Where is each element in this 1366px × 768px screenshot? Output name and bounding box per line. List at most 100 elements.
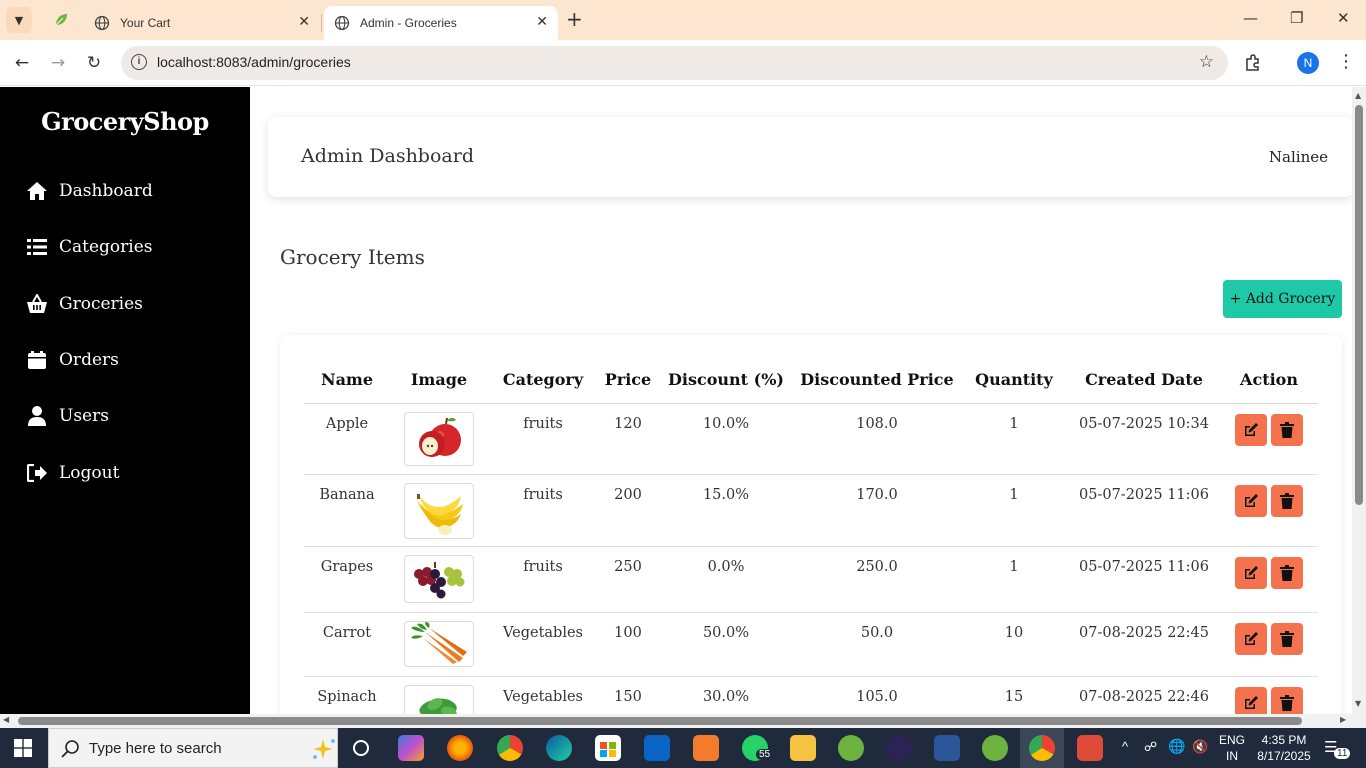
eclipse-icon[interactable] [886,735,912,761]
cell-category: fruits [488,403,598,475]
delete-button[interactable] [1271,686,1303,714]
scroll-left-arrow-icon[interactable]: ◀ [3,715,9,724]
git-icon[interactable] [1077,735,1103,761]
cell-price: 250 [598,546,658,613]
sidebar-item-categories[interactable]: Categories [26,232,153,262]
delete-button[interactable] [1271,556,1303,589]
xampp-icon[interactable] [693,735,719,761]
window-close-icon[interactable]: ✕ [1337,9,1350,27]
cell-action [1220,474,1318,547]
url-bar[interactable]: i localhost:8083/admin/groceries ☆ [121,46,1228,80]
trash-icon [1280,564,1294,581]
main-content: Admin Dashboard Nalinee Grocery Items + … [250,87,1354,714]
cell-image [390,676,488,714]
close-icon[interactable]: ✕ [298,14,310,30]
pinned-tab[interactable] [48,8,74,32]
cell-name: Grapes [304,546,390,613]
column-header: Category [488,357,598,404]
copilot-icon[interactable] [398,735,424,761]
bookmark-star-icon[interactable]: ☆ [1199,52,1214,72]
close-icon[interactable]: ✕ [536,14,548,30]
spring-tool-icon[interactable] [838,735,864,761]
task-view-icon[interactable] [348,735,374,761]
edit-icon [1245,565,1258,579]
chrome-icon[interactable] [497,735,523,761]
edit-button[interactable] [1235,556,1267,589]
tab-admin-groceries[interactable]: Admin - Groceries ✕ [324,6,558,40]
store-icon[interactable] [595,735,621,761]
table-row: Apple fruits 120 10.0% 108.0 1 05-07-202… [304,403,1318,475]
cell-discounted-price: 108.0 [794,403,960,475]
word-icon[interactable] [934,735,960,761]
sidebar-item-dashboard[interactable]: Dashboard [26,176,153,206]
scrollbar-thumb[interactable] [18,717,1302,725]
tab-your-cart[interactable]: Your Cart ✕ [84,6,320,40]
reload-icon[interactable]: ↻ [82,51,106,75]
sidebar-item-orders[interactable]: Orders [26,345,119,375]
cell-name: Banana [304,474,390,547]
back-arrow-icon[interactable]: ← [10,51,34,75]
delete-button[interactable] [1271,484,1303,517]
firefox-icon[interactable] [447,735,473,761]
scroll-up-arrow-icon[interactable]: ▲ [1355,91,1361,100]
site-info-icon[interactable]: i [131,54,147,70]
cell-category: fruits [488,546,598,613]
scroll-right-arrow-icon[interactable]: ▶ [1340,715,1346,724]
edit-button[interactable] [1235,413,1267,446]
edge-icon[interactable] [546,735,572,761]
top-header-card: Admin Dashboard Nalinee [268,117,1354,197]
delete-button[interactable] [1271,413,1303,446]
clock[interactable]: 4:35 PM 8/17/2025 [1256,732,1312,768]
add-grocery-button[interactable]: + Add Grocery [1223,280,1342,318]
language-indicator[interactable]: ENG IN [1219,732,1245,768]
new-tab-plus-icon[interactable]: + [566,7,583,31]
sidebar-item-label: Logout [59,463,120,483]
tab-title: Admin - Groceries [360,16,457,30]
chrome-icon [1029,735,1055,761]
volume-muted-icon[interactable]: 🔇 [1192,739,1208,768]
whatsapp-badge: 55 [756,749,774,760]
vertical-scrollbar[interactable]: ▲ ▼ [1352,87,1366,714]
extensions-puzzle-icon[interactable] [1243,53,1263,73]
home-icon [26,180,48,202]
table-row: Carrot Vegetables 100 50.0% 50.0 10 07-0… [304,612,1318,677]
network-icon[interactable]: ☍ [1144,739,1157,768]
tab-search-button[interactable]: ▼ [6,7,32,33]
edit-button[interactable] [1235,622,1267,655]
user-name[interactable]: Nalinee [1269,148,1328,166]
cell-price: 100 [598,612,658,677]
cell-created-date: 05-07-2025 11:06 [1068,546,1220,613]
edit-button[interactable] [1235,686,1267,714]
url-text[interactable]: localhost:8083/admin/groceries [157,54,351,70]
scroll-down-arrow-icon[interactable]: ▼ [1355,699,1361,708]
cell-discounted-price: 105.0 [794,676,960,714]
windows-start-icon[interactable] [14,739,32,757]
outlook-icon[interactable] [644,735,670,761]
file-explorer-icon[interactable] [790,735,816,761]
sidebar-item-users[interactable]: Users [26,401,109,431]
chevron-up-icon[interactable]: ^ [1122,739,1128,768]
cell-category: Vegetables [488,612,598,677]
cell-image [390,546,488,613]
edit-button[interactable] [1235,484,1267,517]
restore-icon[interactable]: ❐ [1290,9,1303,27]
active-taskbar-item[interactable] [1020,728,1064,768]
cell-action [1220,612,1318,677]
minimize-icon[interactable]: — [1243,9,1258,27]
spring-boot-icon[interactable] [982,735,1008,761]
taskbar-search-box[interactable]: Type here to search [48,728,338,768]
delete-button[interactable] [1271,622,1303,655]
horizontal-scrollbar[interactable]: ◀ ▶ [0,714,1366,728]
brand-logo[interactable]: GroceryShop [0,107,250,136]
cell-discount: 15.0% [658,474,794,547]
more-menu-icon[interactable]: ⋮ [1337,51,1355,72]
chevron-down-icon: ▼ [14,13,24,27]
scrollbar-thumb[interactable] [1355,105,1363,505]
cell-name: Apple [304,403,390,475]
profile-avatar[interactable]: N [1297,52,1319,74]
sidebar-item-logout[interactable]: Logout [26,458,119,488]
column-header: Quantity [960,357,1068,404]
forward-arrow-icon[interactable]: → [46,51,70,75]
globe-icon[interactable]: 🌐 [1168,738,1185,768]
sidebar-item-groceries[interactable]: Groceries [26,289,143,319]
